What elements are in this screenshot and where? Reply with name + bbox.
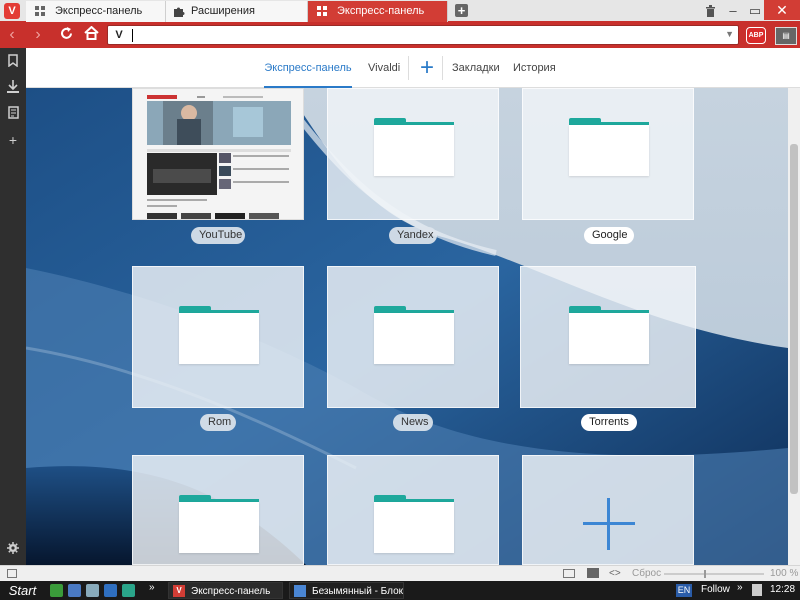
tab-vivaldi[interactable]: Vivaldi: [368, 48, 400, 88]
tab-express-panel[interactable]: Экспресс-панель: [264, 48, 352, 88]
tile-label-youtube: YouTube: [191, 227, 245, 244]
status-bar: <> Сброс 100 %: [0, 565, 800, 581]
plus-icon: [583, 498, 635, 550]
close-button[interactable]: ✕: [764, 0, 800, 20]
grid-icon: [317, 6, 327, 16]
new-tab-button[interactable]: +: [455, 4, 468, 17]
quicklaunch-app-icon[interactable]: [86, 584, 99, 597]
tab-label: Расширения: [191, 5, 255, 17]
tile-label-yandex: Yandex: [389, 227, 437, 244]
notepad-icon: [294, 585, 306, 597]
vertical-scrollbar[interactable]: [788, 88, 800, 565]
maximize-button[interactable]: ▭: [745, 2, 765, 20]
divider: [442, 56, 443, 80]
gear-icon[interactable]: [5, 542, 21, 558]
folder-icon: [179, 306, 259, 364]
address-field[interactable]: V ▼: [107, 25, 739, 45]
speed-dial-tile-youtube[interactable]: [132, 88, 304, 220]
speed-dial-tile-rom[interactable]: [132, 266, 304, 408]
forward-button[interactable]: ›: [29, 26, 47, 44]
tab-history[interactable]: История: [513, 48, 556, 88]
add-panel-icon[interactable]: +: [5, 132, 21, 148]
tile-label-google: Google: [584, 227, 634, 244]
back-button[interactable]: ‹: [3, 26, 21, 44]
image-icon[interactable]: [587, 568, 599, 578]
download-icon[interactable]: [5, 80, 21, 96]
folder-icon: [374, 495, 454, 553]
add-group-button[interactable]: +: [416, 54, 438, 82]
adblock-extension-button[interactable]: ABP: [746, 27, 766, 44]
grid-icon: [35, 6, 45, 16]
tab-label: Экспресс-панель: [55, 5, 143, 17]
tray-icon[interactable]: [752, 584, 762, 596]
speed-dial-nav: Экспресс-панель Vivaldi + Закладки Истор…: [26, 48, 800, 88]
folder-icon: [179, 495, 259, 553]
address-toolbar: ‹ › V ▼: [0, 22, 800, 48]
speed-dial-tile-yandex[interactable]: [327, 88, 499, 220]
tile-label-news: News: [393, 414, 433, 431]
vivaldi-menu-button[interactable]: V: [4, 3, 20, 19]
chevron-down-icon[interactable]: ▼: [725, 29, 734, 39]
vivaldi-page-icon: V: [115, 29, 123, 41]
tab-bar: V Экспресс-панель Расширения Экспресс-па…: [0, 0, 800, 22]
folder-icon: [374, 118, 454, 176]
side-panel: +: [0, 48, 26, 565]
speed-dial-tile-folder[interactable]: [132, 455, 304, 565]
chevron-right-icon[interactable]: »: [737, 582, 743, 593]
language-indicator[interactable]: EN: [676, 584, 692, 597]
notes-icon[interactable]: [5, 106, 21, 122]
trash-icon[interactable]: [700, 2, 720, 20]
text-cursor: [132, 29, 133, 42]
tab-extensions[interactable]: Расширения: [166, 1, 308, 22]
minimize-button[interactable]: –: [723, 2, 743, 20]
tab-express-panel-1[interactable]: Экспресс-панель: [26, 1, 166, 22]
zoom-slider[interactable]: [664, 570, 764, 578]
zoom-level: 100 %: [770, 568, 799, 579]
speed-dial-tile-folder[interactable]: [327, 455, 499, 565]
scrollbar-thumb[interactable]: [790, 144, 798, 494]
taskbar-item-vivaldi[interactable]: V Экспресс-панель: [168, 582, 283, 599]
reload-icon: [60, 27, 72, 39]
clock: 12:28: [770, 584, 796, 595]
speed-dial-tile-google[interactable]: [522, 88, 694, 220]
tab-express-panel-active[interactable]: Экспресс-панель: [308, 1, 448, 22]
add-speed-dial-tile[interactable]: [522, 455, 694, 565]
code-icon[interactable]: <>: [609, 568, 621, 579]
folder-icon: [569, 118, 649, 176]
extension-icon[interactable]: ▤: [775, 27, 797, 45]
taskbar-item-label: Экспресс-панель: [191, 586, 271, 597]
tile-label-rom: Rom: [200, 414, 236, 431]
quicklaunch-desktop-icon[interactable]: [50, 584, 63, 597]
page-tiling-icon[interactable]: [563, 569, 575, 578]
taskbar-item-label: Безымянный - Блок...: [312, 586, 404, 597]
speed-dial-tile-news[interactable]: [327, 266, 499, 408]
os-taskbar: Start » V Экспресс-панель Безымянный - Б…: [0, 581, 800, 600]
vivaldi-icon: V: [173, 585, 185, 597]
quicklaunch-upload-icon[interactable]: [122, 584, 135, 597]
reload-button[interactable]: [57, 26, 75, 44]
quicklaunch-monitor-icon[interactable]: [104, 584, 117, 597]
speed-dial-tile-torrents[interactable]: [520, 266, 696, 408]
start-button[interactable]: Start: [0, 581, 45, 600]
tab-bookmarks[interactable]: Закладки: [452, 48, 500, 88]
youtube-thumbnail-image: [133, 89, 303, 219]
divider: [408, 56, 409, 80]
tab-label: Экспресс-панель: [337, 5, 425, 17]
toggle-panel-icon[interactable]: [7, 569, 17, 578]
puzzle-icon: [174, 7, 185, 17]
home-button[interactable]: [82, 25, 100, 44]
reset-zoom-button[interactable]: Сброс: [632, 568, 661, 579]
bookmark-panel-icon[interactable]: [5, 54, 21, 70]
home-icon: [83, 25, 99, 40]
taskbar-item-notepad[interactable]: Безымянный - Блок...: [289, 582, 404, 599]
quicklaunch-explorer-icon[interactable]: [68, 584, 81, 597]
chevron-right-icon[interactable]: »: [149, 582, 155, 593]
folder-icon: [374, 306, 454, 364]
tile-label-torrents: Torrents: [581, 414, 637, 431]
folder-icon: [569, 306, 649, 364]
follow-label[interactable]: Follow: [701, 584, 730, 595]
